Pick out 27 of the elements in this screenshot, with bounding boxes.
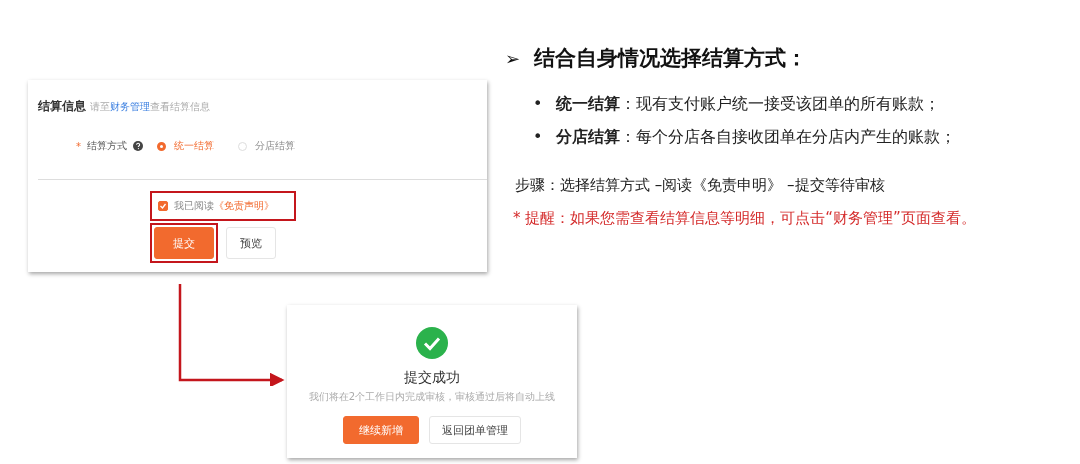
success-message: 我们将在2个工作日内完成审核，审核通过后将自动上线: [308, 390, 556, 404]
agreement-text: 我已阅读《免责声明》: [174, 199, 274, 213]
notes-heading: 结合自身情况选择结算方式：: [534, 45, 808, 72]
radio-button[interactable]: [157, 141, 166, 151]
bullet-marker: •: [533, 127, 543, 148]
bullet-text: 分店结算：每个分店各自接收团单在分店内产生的账款；: [556, 127, 957, 148]
heading-marker: ➢: [505, 47, 521, 69]
help-icon[interactable]: [133, 141, 143, 151]
bullet-marker: •: [533, 94, 543, 115]
submit-button[interactable]: 提交: [154, 227, 214, 259]
section-hint: 请至财务管理查看结算信息: [90, 100, 210, 114]
finance-link[interactable]: 财务管理: [110, 101, 150, 112]
steps-text: 步骤：选择结算方式 –阅读《免责申明》 –提交等待审核: [515, 176, 886, 195]
success-icon: [416, 327, 448, 359]
reminder-text: * 提醒：如果您需查看结算信息等明细，可点击“财务管理”页面查看。: [513, 208, 977, 229]
required-mark: *: [76, 140, 81, 152]
preview-button[interactable]: 预览: [226, 227, 276, 259]
checkbox[interactable]: [158, 201, 168, 211]
disclaimer-link[interactable]: 《免责声明》: [214, 200, 274, 211]
bullet-text: 统一结算：现有支付账户统一接受该团单的所有账款；: [556, 94, 941, 115]
radio-label[interactable]: 分店结算: [255, 139, 295, 153]
back-button[interactable]: 返回团单管理: [429, 416, 521, 444]
radio-label[interactable]: 统一结算: [174, 139, 214, 153]
field-label: 结算方式: [87, 139, 127, 153]
section-title: 结算信息: [38, 98, 86, 115]
continue-button[interactable]: 继续新增: [343, 416, 419, 444]
success-title: 提交成功: [404, 369, 460, 387]
